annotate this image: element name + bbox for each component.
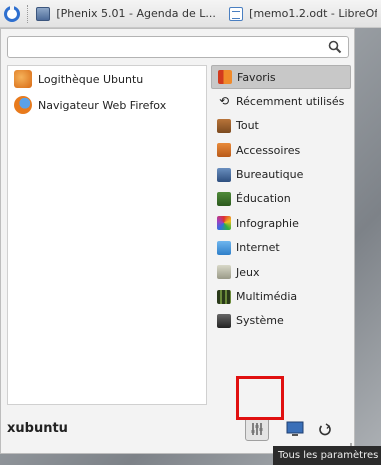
category-label: Internet xyxy=(236,241,280,255)
education-icon xyxy=(217,191,231,206)
calendar-icon xyxy=(36,6,51,21)
category-label: Récemment utilisés xyxy=(236,94,345,108)
switch-user-button[interactable] xyxy=(281,415,309,443)
favorites-list: Logithèque Ubuntu Navigateur Web Firefox xyxy=(7,65,207,405)
category-recent[interactable]: ⟲ Récemment utilisés xyxy=(211,89,351,113)
category-label: Jeux xyxy=(236,265,260,279)
category-label: Tout xyxy=(236,119,259,133)
all-settings-button[interactable] xyxy=(243,415,271,443)
task-label: [Phenix 5.01 - Agenda de L... xyxy=(56,7,216,20)
accessories-icon xyxy=(217,143,231,158)
category-multimedia[interactable]: Multimédia xyxy=(211,285,351,309)
list-item-label: Logithèque Ubuntu xyxy=(38,72,144,86)
task-button-phenix[interactable]: [Phenix 5.01 - Agenda de L... xyxy=(32,0,225,28)
games-icon xyxy=(217,265,231,280)
graphics-icon xyxy=(217,216,231,231)
application-menu: Logithèque Ubuntu Navigateur Web Firefox… xyxy=(0,28,355,454)
category-office[interactable]: Bureautique xyxy=(211,163,351,187)
whisker-menu-button[interactable] xyxy=(0,0,23,28)
category-all[interactable]: Tout xyxy=(211,114,351,138)
category-label: Système xyxy=(236,314,284,328)
list-item-software-center[interactable]: Logithèque Ubuntu xyxy=(8,66,206,92)
office-icon xyxy=(217,167,231,182)
taskbar-separator xyxy=(27,4,29,23)
software-center-icon xyxy=(14,70,32,88)
taskbar: [Phenix 5.01 - Agenda de L... [memo1.2.o… xyxy=(0,0,381,28)
category-system[interactable]: Système xyxy=(211,309,351,333)
tooltip: Tous les paramètres xyxy=(273,446,381,465)
power-icon xyxy=(319,423,331,436)
username: xubuntu xyxy=(7,421,68,436)
category-internet[interactable]: Internet xyxy=(211,236,351,260)
settings-icon xyxy=(245,417,269,441)
category-games[interactable]: Jeux xyxy=(211,260,351,284)
firefox-icon xyxy=(14,96,32,114)
category-label: Bureautique xyxy=(236,168,304,182)
menu-logo-icon xyxy=(3,4,20,22)
task-button-libreoffice[interactable]: [memo1.2.odt - LibreOffic... xyxy=(225,0,381,28)
category-label: Éducation xyxy=(236,192,291,206)
category-education[interactable]: Éducation xyxy=(211,187,351,211)
favorites-icon xyxy=(218,70,232,84)
system-icon xyxy=(217,313,231,328)
task-label: [memo1.2.odt - LibreOffic... xyxy=(249,7,377,20)
list-item-firefox[interactable]: Navigateur Web Firefox xyxy=(8,92,206,118)
search-icon[interactable] xyxy=(328,40,342,54)
search-box xyxy=(7,36,349,58)
category-graphics[interactable]: Infographie xyxy=(211,211,351,235)
all-apps-icon xyxy=(217,118,231,133)
multimedia-icon xyxy=(217,289,231,304)
list-item-label: Navigateur Web Firefox xyxy=(38,98,167,112)
category-favorites[interactable]: Favoris xyxy=(211,65,351,89)
category-label: Infographie xyxy=(236,216,299,230)
category-list: Favoris ⟲ Récemment utilisés Tout Access… xyxy=(211,65,351,333)
category-accessories[interactable]: Accessoires xyxy=(211,138,351,162)
category-label: Multimédia xyxy=(236,290,298,304)
category-label: Favoris xyxy=(237,70,276,84)
recent-icon: ⟲ xyxy=(218,94,230,109)
monitor-icon xyxy=(286,421,304,436)
search-input[interactable] xyxy=(8,37,326,57)
category-label: Accessoires xyxy=(236,143,301,157)
logout-button[interactable] xyxy=(311,415,339,443)
document-icon xyxy=(229,6,244,21)
internet-icon xyxy=(217,240,231,255)
